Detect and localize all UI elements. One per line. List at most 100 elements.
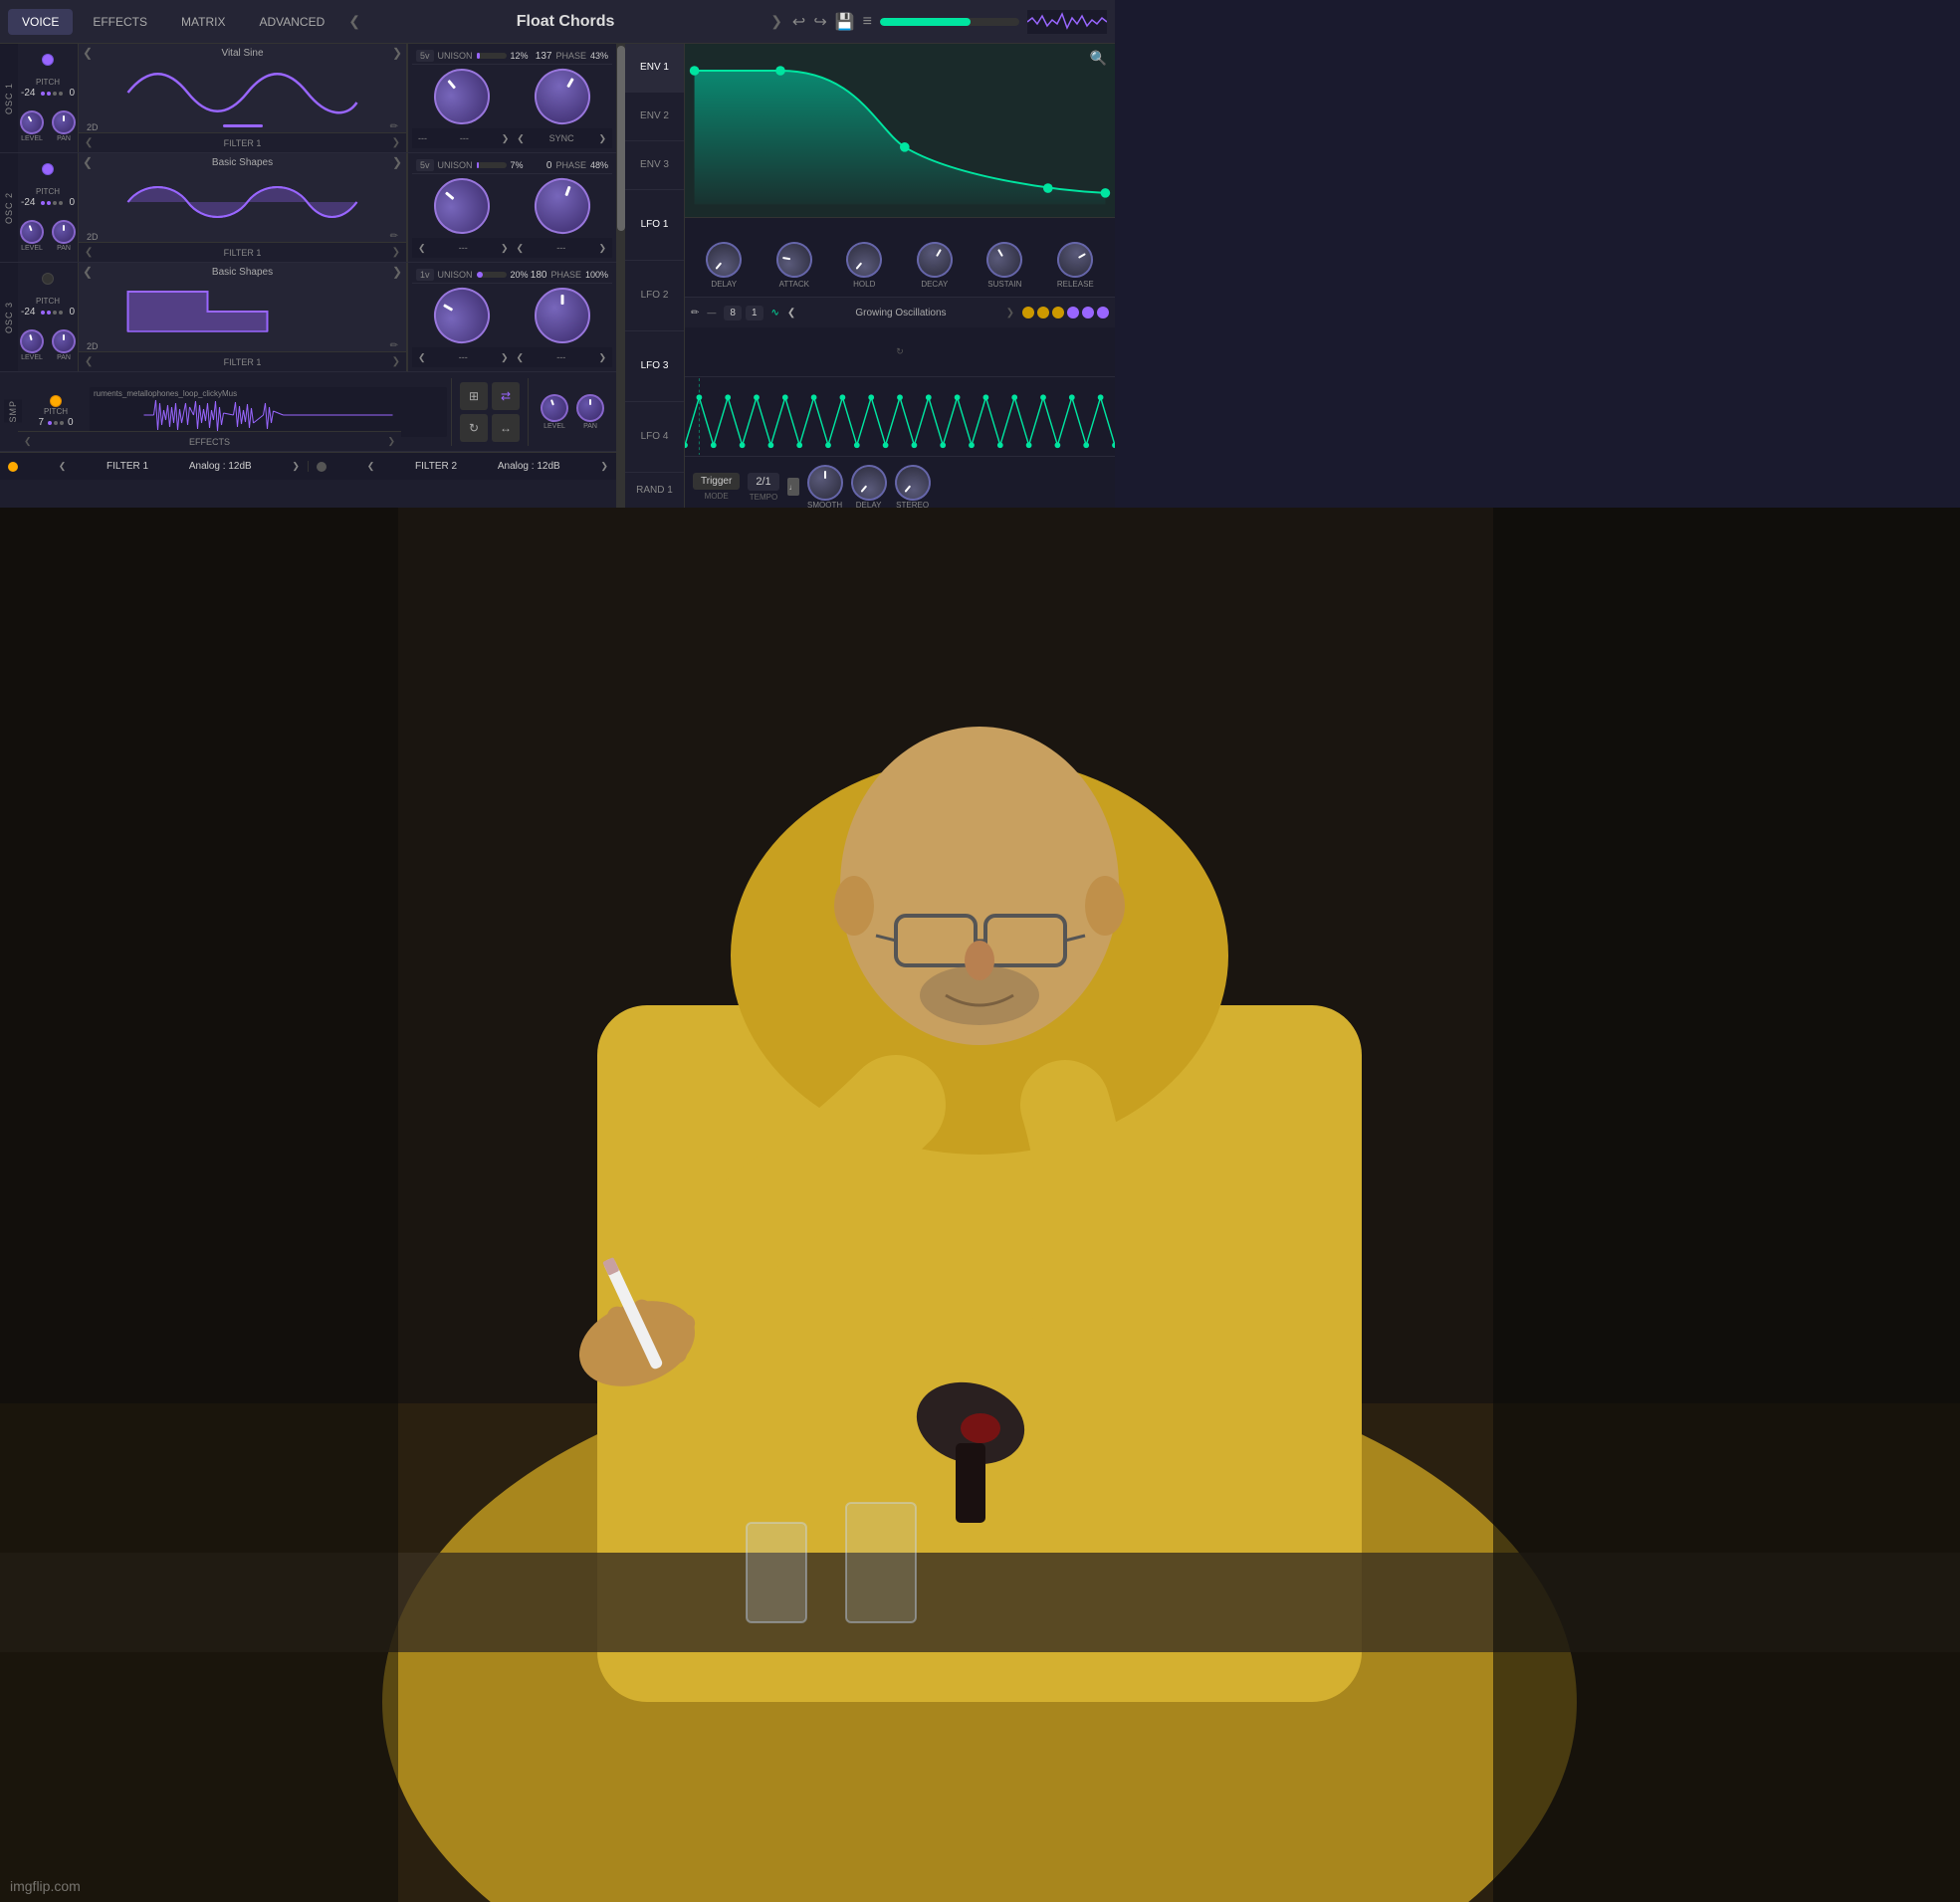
tab-matrix[interactable]: MATRIX [167, 9, 239, 35]
smp-pitch-right[interactable]: 0 [68, 417, 74, 428]
smp-pitch-value[interactable]: 7 [38, 417, 44, 428]
lfo1-dot5[interactable] [1082, 307, 1094, 318]
save-button[interactable]: 💾 [835, 12, 855, 32]
tab-effects[interactable]: EFFECTS [79, 9, 161, 35]
osc1-wave-prev[interactable]: ❮ [83, 46, 93, 60]
lfo1-value1[interactable]: 8 [724, 306, 742, 320]
osc2-phase-knob[interactable] [527, 170, 598, 242]
lfo1-dot2[interactable] [1037, 307, 1049, 318]
osc1-pitch-value[interactable]: -24 [21, 88, 35, 99]
smp-filter-arrow-r[interactable]: ❯ [387, 436, 395, 447]
lfo4-mode-button[interactable]: Trigger [693, 473, 740, 490]
osc3-bottom-arrow-r[interactable]: ❯ [501, 352, 509, 363]
osc2-pitch-right[interactable]: 0 [69, 197, 75, 208]
osc2-filter-next[interactable]: ❯ [392, 247, 400, 258]
env-hold-knob[interactable] [839, 235, 890, 286]
filter2-arrow-l[interactable]: ❮ [367, 461, 375, 472]
osc1-filter-prev[interactable]: ❮ [85, 137, 93, 148]
osc3-wave-prev[interactable]: ❮ [83, 265, 93, 279]
smp-active-indicator[interactable] [50, 395, 62, 407]
osc2-pan-knob[interactable] [52, 220, 76, 244]
smp-grid-icon[interactable]: ⊞ [460, 382, 488, 410]
filter2-type[interactable]: Analog : 12dB [498, 461, 560, 472]
env-decay-knob[interactable] [910, 235, 959, 284]
osc3-pitch-value[interactable]: -24 [21, 307, 35, 317]
osc3-sync-arrow-r[interactable]: ❯ [598, 352, 606, 363]
lfo1-dot4[interactable] [1067, 307, 1079, 318]
osc3-pan-knob[interactable] [52, 329, 76, 353]
filter2-arrow-r[interactable]: ❯ [600, 461, 608, 472]
volume-bar[interactable] [880, 18, 1019, 26]
lfo1-value2[interactable]: 1 [746, 306, 763, 320]
osc1-pan-knob[interactable] [52, 110, 76, 134]
osc2-wave-next[interactable]: ❯ [392, 155, 402, 169]
osc2-edit-icon[interactable]: ✏ [390, 231, 398, 242]
osc3-unison-knob[interactable] [424, 278, 500, 353]
osc3-phase-knob[interactable] [535, 288, 590, 343]
osc2-sync-arrow-l[interactable]: ❮ [517, 243, 525, 254]
osc3-edit-icon[interactable]: ✏ [390, 340, 398, 351]
osc1-wave-next[interactable]: ❯ [392, 46, 402, 60]
rand1-label-item[interactable]: RAND 1 [625, 473, 684, 508]
filter1-type[interactable]: Analog : 12dB [189, 461, 252, 472]
smp-shuffle-icon[interactable]: ⇄ [492, 382, 520, 410]
osc3-level-knob[interactable] [17, 326, 46, 355]
filter1-circle[interactable] [8, 462, 18, 472]
osc3-active-indicator[interactable] [42, 273, 54, 285]
tab-advanced[interactable]: ADVANCED [245, 9, 338, 35]
osc2-active-indicator[interactable] [42, 163, 54, 175]
osc1-pitch-right[interactable]: 0 [69, 88, 75, 99]
env-sustain-knob[interactable] [980, 235, 1029, 284]
osc2-bottom-arrow-l[interactable]: ❮ [418, 243, 426, 254]
osc2-sync-arrow-r[interactable]: ❯ [598, 243, 606, 254]
env-delay-knob[interactable] [699, 235, 750, 286]
scroll-bar[interactable] [617, 44, 625, 508]
smp-reverse-icon[interactable]: ↔ [492, 414, 520, 442]
env1-label-item[interactable]: ENV 1 [625, 44, 684, 93]
undo-button[interactable]: ↩ [792, 12, 805, 32]
lfo4-smooth-knob[interactable] [807, 465, 843, 501]
lfo1-back-icon[interactable]: ❮ [787, 308, 795, 318]
osc1-filter-label[interactable]: FILTER 1 [224, 138, 262, 148]
osc2-wave-prev[interactable]: ❮ [83, 155, 93, 169]
osc1-unison-knob[interactable] [423, 58, 502, 136]
osc3-filter-label[interactable]: FILTER 1 [224, 357, 262, 367]
osc2-pitch-value[interactable]: -24 [21, 197, 35, 208]
smp-pan-knob[interactable] [576, 394, 604, 422]
nav-left-icon[interactable]: ❮ [344, 9, 364, 34]
lfo1-pencil-icon[interactable]: ✏ [691, 308, 699, 318]
osc1-filter-next[interactable]: ❯ [392, 137, 400, 148]
nav-right-icon[interactable]: ❯ [766, 9, 786, 34]
env2-label-item[interactable]: ENV 2 [625, 93, 684, 141]
osc2-level-knob[interactable] [17, 217, 48, 248]
menu-button[interactable]: ≡ [863, 13, 872, 31]
osc2-unison-slider[interactable] [477, 162, 507, 168]
lfo1-dot6[interactable] [1097, 307, 1109, 318]
osc1-phase-knob[interactable] [525, 59, 600, 134]
lfo1-dot3[interactable] [1052, 307, 1064, 318]
smp-loop-icon[interactable]: ↻ [460, 414, 488, 442]
osc3-bottom-arrow-l[interactable]: ❮ [418, 352, 426, 363]
osc3-filter-prev[interactable]: ❮ [85, 356, 93, 367]
tab-voice[interactable]: VOICE [8, 9, 73, 35]
osc2-bottom-arrow-r[interactable]: ❯ [501, 243, 509, 254]
osc1-bottom-arrow[interactable]: ❯ [502, 133, 510, 144]
lfo4-delay-knob[interactable] [843, 457, 894, 508]
lfo1-dot1[interactable] [1022, 307, 1034, 318]
lfo2-label-item[interactable]: LFO 2 [625, 261, 684, 331]
osc1-bottom-left[interactable]: --- [418, 133, 427, 143]
osc2-filter-prev[interactable]: ❮ [85, 247, 93, 258]
lfo4-beat-icon[interactable]: ♩ [787, 478, 799, 496]
search-icon[interactable]: 🔍 [1090, 50, 1107, 67]
osc3-filter-next[interactable]: ❯ [392, 356, 400, 367]
env-attack-knob[interactable] [773, 239, 815, 281]
lfo1-preset-name[interactable]: Growing Oscillations [799, 308, 1001, 318]
osc1-wave-name[interactable]: Vital Sine [221, 48, 263, 59]
env3-label-item[interactable]: ENV 3 [625, 141, 684, 190]
filter2-circle[interactable] [317, 462, 327, 472]
lfo4-tempo-value[interactable]: 2/1 [748, 473, 778, 491]
smp-level-knob[interactable] [537, 390, 572, 426]
filter1-arrow-l[interactable]: ❮ [59, 461, 67, 472]
osc2-wave-name[interactable]: Basic Shapes [212, 157, 273, 168]
osc2-unison-knob[interactable] [423, 167, 502, 246]
